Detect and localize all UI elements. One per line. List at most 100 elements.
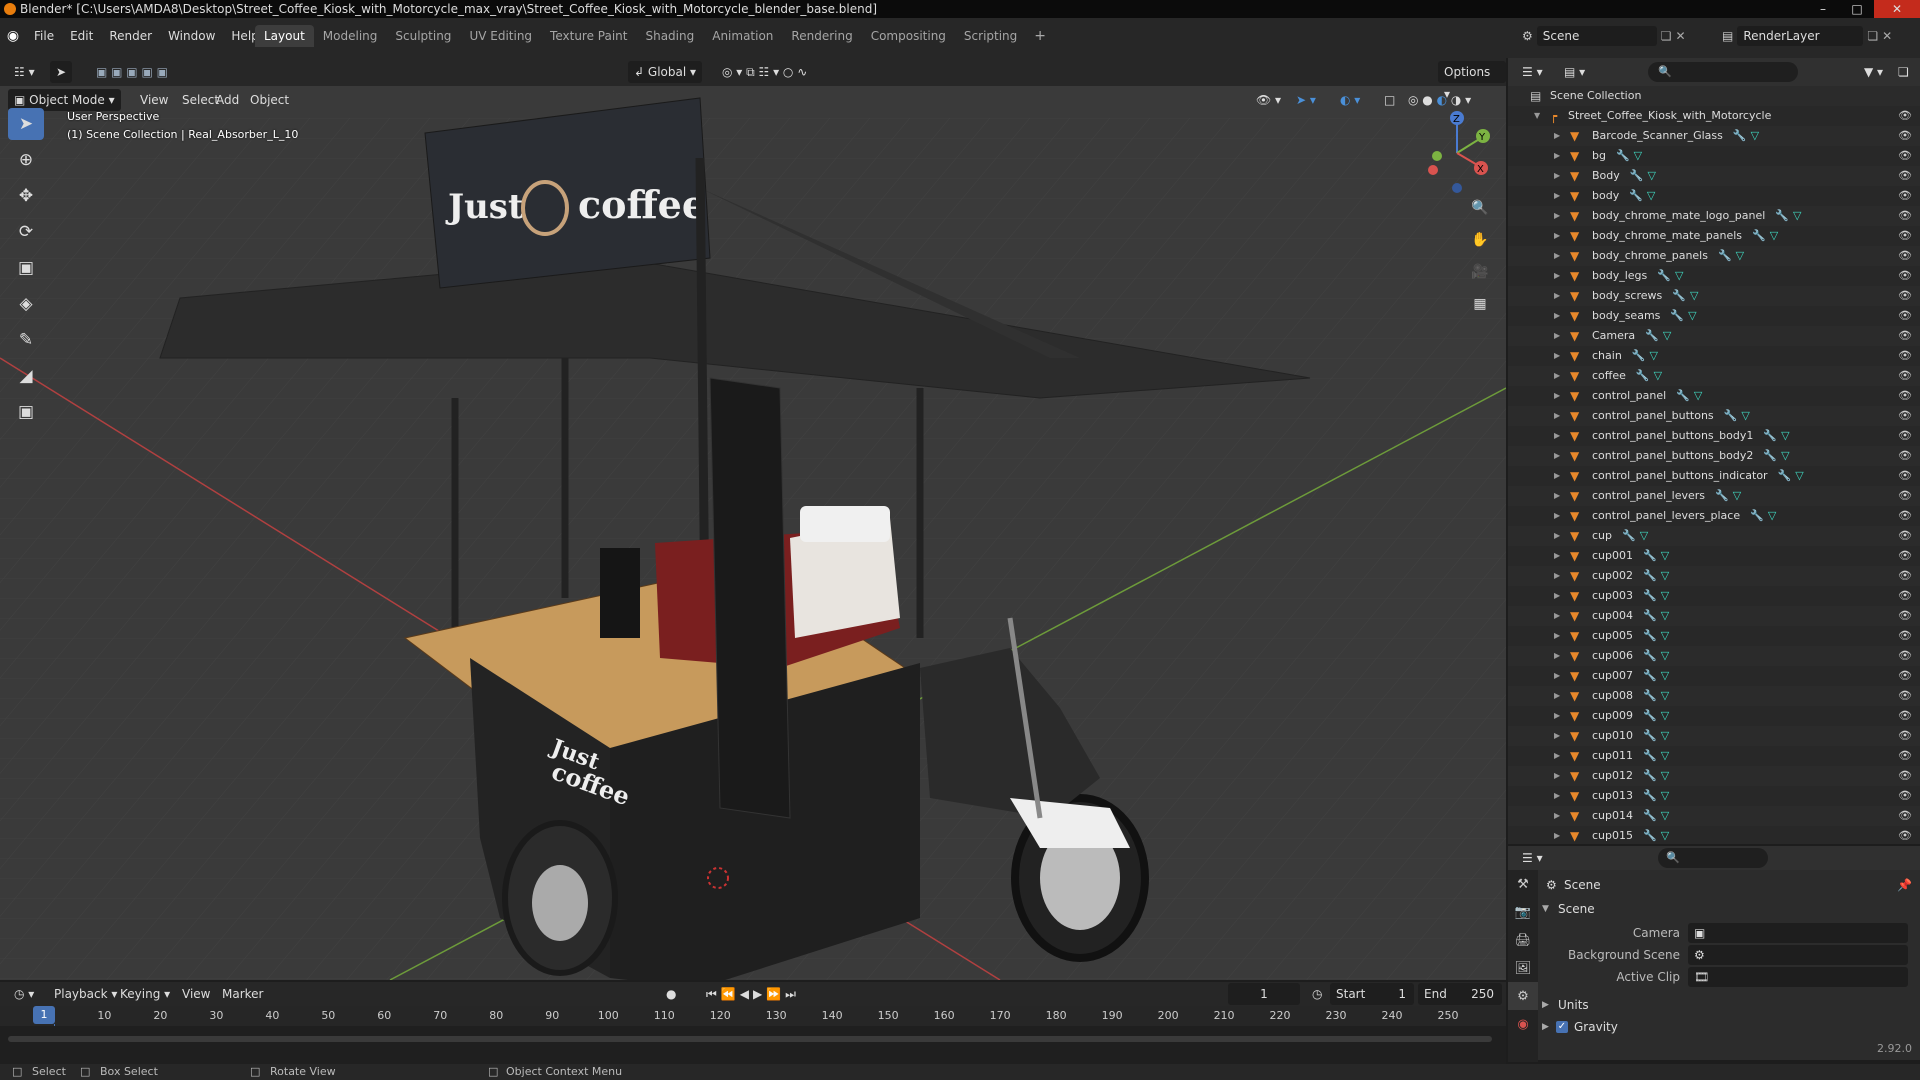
mesh-data-icon[interactable]: ▽ [1647, 169, 1655, 182]
mesh-data-icon[interactable]: ▽ [1793, 209, 1801, 222]
expand-arrow-icon[interactable]: ▶ [1554, 286, 1560, 306]
outliner-item[interactable]: ▶ ▼ control_panel_levers_place 🔧 ▽ 👁 [1508, 506, 1920, 526]
expand-arrow-icon[interactable]: ▶ [1554, 686, 1560, 706]
zoom-icon[interactable]: 🔍 [1466, 194, 1494, 222]
blender-logo-icon[interactable]: ◉ [0, 24, 26, 48]
gravity-checkbox[interactable]: ✓ [1556, 1021, 1568, 1033]
mesh-data-icon[interactable]: ▽ [1736, 249, 1744, 262]
visibility-eye-icon[interactable]: 👁 [1898, 526, 1912, 546]
visibility-eye-icon[interactable]: 👁 [1898, 386, 1912, 406]
select-tool-icon[interactable]: ➤ [50, 61, 72, 83]
expand-arrow-icon[interactable]: ▶ [1554, 186, 1560, 206]
modifier-wrench-icon[interactable]: 🔧 [1643, 809, 1657, 822]
background-scene-field[interactable]: ⚙ [1688, 945, 1908, 965]
pan-hand-icon[interactable]: ✋ [1466, 226, 1494, 254]
outliner-item[interactable]: ▶ ▼ cup001 🔧 ▽ 👁 [1508, 546, 1920, 566]
modifier-wrench-icon[interactable]: 🔧 [1763, 429, 1777, 442]
mesh-data-icon[interactable]: ▽ [1634, 149, 1642, 162]
outliner-item[interactable]: ▶ ▼ cup004 🔧 ▽ 👁 [1508, 606, 1920, 626]
mesh-data-icon[interactable]: ▽ [1661, 669, 1669, 682]
modifier-wrench-icon[interactable]: 🔧 [1630, 169, 1644, 182]
active-clip-field[interactable]: 🎞 [1688, 967, 1908, 987]
mesh-data-icon[interactable]: ▽ [1690, 289, 1698, 302]
visibility-eye-icon[interactable]: 👁 [1898, 486, 1912, 506]
modifier-wrench-icon[interactable]: 🔧 [1775, 209, 1789, 222]
mesh-data-icon[interactable]: ▽ [1661, 769, 1669, 782]
visibility-eye-icon[interactable]: 👁 [1898, 326, 1912, 346]
scene-tab-icon[interactable]: ⚙ [1508, 982, 1538, 1010]
expand-arrow-icon[interactable]: ▶ [1554, 446, 1560, 466]
mesh-data-icon[interactable]: ▽ [1661, 569, 1669, 582]
modifier-wrench-icon[interactable]: 🔧 [1763, 449, 1777, 462]
copy-icon[interactable]: ❏ [1867, 29, 1878, 43]
modifier-wrench-icon[interactable]: 🔧 [1657, 269, 1671, 282]
visibility-eye-icon[interactable]: 👁 [1898, 306, 1912, 326]
expand-arrow-icon[interactable]: ▶ [1554, 406, 1560, 426]
current-frame-field[interactable]: 1 [1228, 983, 1300, 1005]
close-icon[interactable]: ✕ [1874, 0, 1920, 18]
gravity-panel-header[interactable]: ▶ ✓ Gravity [1538, 1016, 1920, 1038]
visibility-eye-icon[interactable]: 👁 [1898, 246, 1912, 266]
maximize-icon[interactable]: □ [1840, 0, 1874, 18]
outliner-item[interactable]: ▶ ▼ control_panel 🔧 ▽ 👁 [1508, 386, 1920, 406]
scene-selector[interactable]: ⚙ Scene ❏ ✕ [1522, 24, 1708, 48]
filter-icon[interactable]: ▼ ▾ [1858, 61, 1889, 83]
outliner-item[interactable]: ▶ ▼ cup013 🔧 ▽ 👁 [1508, 786, 1920, 806]
rotate-tool-icon[interactable]: ⟳ [8, 216, 44, 248]
outliner-item[interactable]: ▶ ▼ coffee 🔧 ▽ 👁 [1508, 366, 1920, 386]
outliner-item[interactable]: ▶ ▼ Body 🔧 ▽ 👁 [1508, 166, 1920, 186]
transform-tool-icon[interactable]: ◈ [8, 288, 44, 320]
outliner-item[interactable]: ▶ ▼ cup009 🔧 ▽ 👁 [1508, 706, 1920, 726]
mesh-data-icon[interactable]: ▽ [1733, 489, 1741, 502]
visibility-eye-icon[interactable]: 👁 [1898, 466, 1912, 486]
mesh-data-icon[interactable]: ▽ [1661, 829, 1669, 842]
mesh-data-icon[interactable]: ▽ [1661, 729, 1669, 742]
expand-arrow-icon[interactable]: ▶ [1554, 386, 1560, 406]
timeline-scrollbar[interactable] [8, 1036, 1492, 1042]
mesh-data-icon[interactable]: ▽ [1770, 229, 1778, 242]
expand-arrow-icon[interactable]: ▶ [1554, 546, 1560, 566]
outliner-item[interactable]: ▶ ▼ cup010 🔧 ▽ 👁 [1508, 726, 1920, 746]
visibility-eye-icon[interactable]: 👁 [1898, 726, 1912, 746]
timeline-editor-type-icon[interactable]: ◷ ▾ [8, 983, 40, 1005]
outliner-item[interactable]: ▶ ▼ control_panel_buttons_body1 🔧 ▽ 👁 [1508, 426, 1920, 446]
keying-menu[interactable]: Keying ▾ [114, 983, 176, 1005]
outliner-item[interactable]: ▶ ▼ body_chrome_mate_logo_panel 🔧 ▽ 👁 [1508, 206, 1920, 226]
expand-arrow-icon[interactable]: ▶ [1554, 326, 1560, 346]
mesh-data-icon[interactable]: ▽ [1781, 449, 1789, 462]
expand-arrow-icon[interactable]: ▶ [1554, 606, 1560, 626]
tab-animation[interactable]: Animation [703, 25, 782, 47]
mesh-data-icon[interactable]: ▽ [1768, 509, 1776, 522]
modifier-wrench-icon[interactable]: 🔧 [1715, 489, 1729, 502]
expand-arrow-icon[interactable]: ▶ [1554, 126, 1560, 146]
outliner-item[interactable]: ▶ ▼ cup014 🔧 ▽ 👁 [1508, 806, 1920, 826]
modifier-wrench-icon[interactable]: 🔧 [1643, 629, 1657, 642]
visibility-eye-icon[interactable]: 👁 [1898, 746, 1912, 766]
modifier-wrench-icon[interactable]: 🔧 [1643, 709, 1657, 722]
expand-arrow-icon[interactable]: ▶ [1554, 146, 1560, 166]
world-tab-icon[interactable]: ◉ [1508, 1010, 1538, 1038]
visibility-eye-icon[interactable]: 👁 [1898, 506, 1912, 526]
visibility-eye-icon[interactable]: 👁 [1898, 666, 1912, 686]
modifier-wrench-icon[interactable]: 🔧 [1643, 569, 1657, 582]
outliner-item[interactable]: ▶ ▼ body_legs 🔧 ▽ 👁 [1508, 266, 1920, 286]
output-tab-icon[interactable]: 🖨 [1508, 926, 1538, 954]
minimize-icon[interactable]: – [1806, 0, 1840, 18]
visibility-eye-icon[interactable]: 👁 [1898, 286, 1912, 306]
modifier-wrench-icon[interactable]: 🔧 [1643, 769, 1657, 782]
use-preview-range-icon[interactable]: ◷ [1306, 983, 1328, 1005]
visibility-eye-icon[interactable]: 👁 [1898, 606, 1912, 626]
mesh-data-icon[interactable]: ▽ [1650, 349, 1658, 362]
modifier-wrench-icon[interactable]: 🔧 [1632, 349, 1646, 362]
outliner-item[interactable]: ▶ ▼ cup006 🔧 ▽ 👁 [1508, 646, 1920, 666]
expand-arrow-icon[interactable]: ▶ [1554, 306, 1560, 326]
remove-icon[interactable]: ✕ [1676, 29, 1686, 43]
outliner-item[interactable]: ▶ ▼ control_panel_buttons_body2 🔧 ▽ 👁 [1508, 446, 1920, 466]
properties-editor-type-icon[interactable]: ☰ ▾ [1516, 847, 1549, 869]
camera-view-icon[interactable]: 🎥 [1466, 258, 1494, 286]
visibility-eye-icon[interactable]: 👁 [1898, 266, 1912, 286]
outliner-item[interactable]: ▶ ▼ cup003 🔧 ▽ 👁 [1508, 586, 1920, 606]
scene-name-field[interactable]: Scene [1536, 26, 1657, 46]
outliner-item[interactable]: ▶ ▼ body_screws 🔧 ▽ 👁 [1508, 286, 1920, 306]
modifier-wrench-icon[interactable]: 🔧 [1643, 729, 1657, 742]
